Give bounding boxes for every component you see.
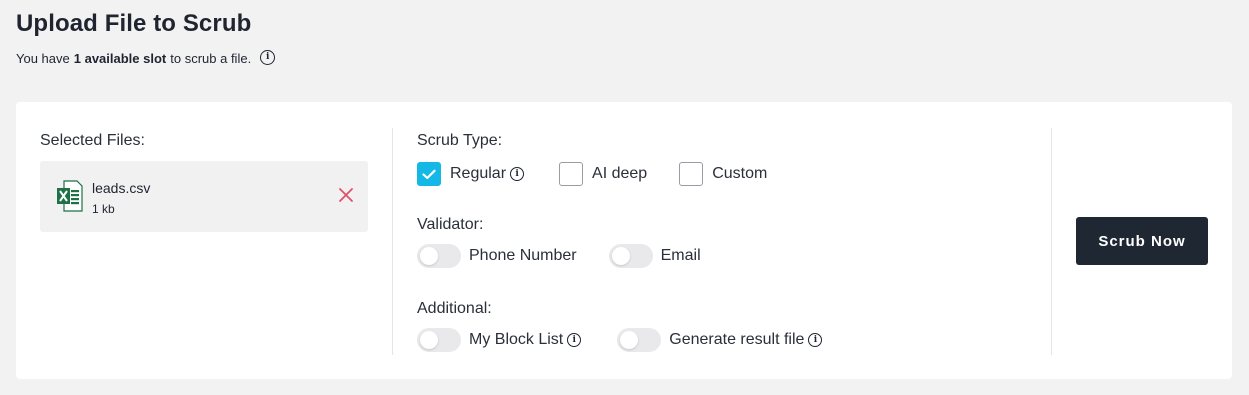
page-subtitle: You have 1 available slot to scrub a fil… bbox=[16, 49, 276, 66]
selected-files-panel: Selected Files: leads.csv 1 kb bbox=[40, 132, 368, 232]
file-name: leads.csv bbox=[92, 180, 151, 196]
email-toggle[interactable] bbox=[608, 244, 653, 268]
email-label: Email bbox=[660, 247, 701, 264]
custom-label: Custom bbox=[712, 165, 768, 182]
scrub-now-button[interactable]: Scrub Now bbox=[1076, 217, 1208, 265]
scrub-type-ai-deep[interactable]: AI deep bbox=[559, 162, 647, 186]
phone-number-toggle[interactable] bbox=[417, 244, 461, 268]
column-divider bbox=[392, 128, 393, 355]
scrub-type-regular[interactable]: Regular i bbox=[417, 162, 525, 186]
additional-section: Additional: My Block List i Generate res… bbox=[417, 300, 823, 352]
remove-file-icon[interactable] bbox=[337, 186, 355, 204]
additional-label: Additional: bbox=[417, 300, 492, 317]
validator-section: Validator: Phone Number Email bbox=[417, 216, 701, 268]
subtitle-prefix: You have bbox=[16, 51, 70, 66]
additional-block-list[interactable]: My Block List i bbox=[417, 328, 582, 352]
regular-info-icon[interactable]: i bbox=[510, 167, 525, 181]
block-list-toggle[interactable] bbox=[417, 328, 461, 352]
validator-label: Validator: bbox=[417, 216, 484, 233]
validator-email[interactable]: Email bbox=[608, 244, 701, 268]
page-title: Upload File to Scrub bbox=[16, 10, 252, 37]
additional-result-file[interactable]: Generate result file i bbox=[617, 328, 823, 352]
regular-checkbox[interactable] bbox=[417, 162, 441, 186]
scrub-card: Selected Files: leads.csv 1 kb Scrub Typ… bbox=[16, 102, 1232, 379]
phone-number-label: Phone Number bbox=[469, 247, 577, 264]
regular-label: Regular bbox=[450, 165, 507, 182]
selected-files-label: Selected Files: bbox=[40, 132, 145, 149]
subtitle-suffix: to scrub a file. bbox=[170, 51, 252, 66]
result-file-info-icon[interactable]: i bbox=[808, 333, 823, 347]
result-file-toggle[interactable] bbox=[617, 328, 662, 352]
ai-deep-label: AI deep bbox=[592, 165, 648, 182]
scrub-type-section: Scrub Type: Regular i AI deep Custom bbox=[417, 132, 767, 186]
result-file-label: Generate result file bbox=[669, 331, 805, 348]
validator-phone[interactable]: Phone Number bbox=[417, 244, 577, 268]
scrub-type-custom[interactable]: Custom bbox=[679, 162, 767, 186]
column-divider bbox=[1051, 128, 1052, 355]
info-icon[interactable]: i bbox=[260, 49, 276, 65]
block-list-label: My Block List bbox=[469, 331, 564, 348]
ai-deep-checkbox[interactable] bbox=[559, 162, 584, 186]
file-item: leads.csv 1 kb bbox=[40, 161, 368, 232]
custom-checkbox[interactable] bbox=[679, 162, 704, 186]
file-size: 1 kb bbox=[92, 202, 115, 216]
check-icon bbox=[422, 169, 436, 179]
block-list-info-icon[interactable]: i bbox=[567, 333, 582, 347]
excel-file-icon bbox=[57, 180, 83, 212]
available-slots: 1 available slot bbox=[73, 51, 167, 66]
scrub-type-label: Scrub Type: bbox=[417, 132, 503, 149]
